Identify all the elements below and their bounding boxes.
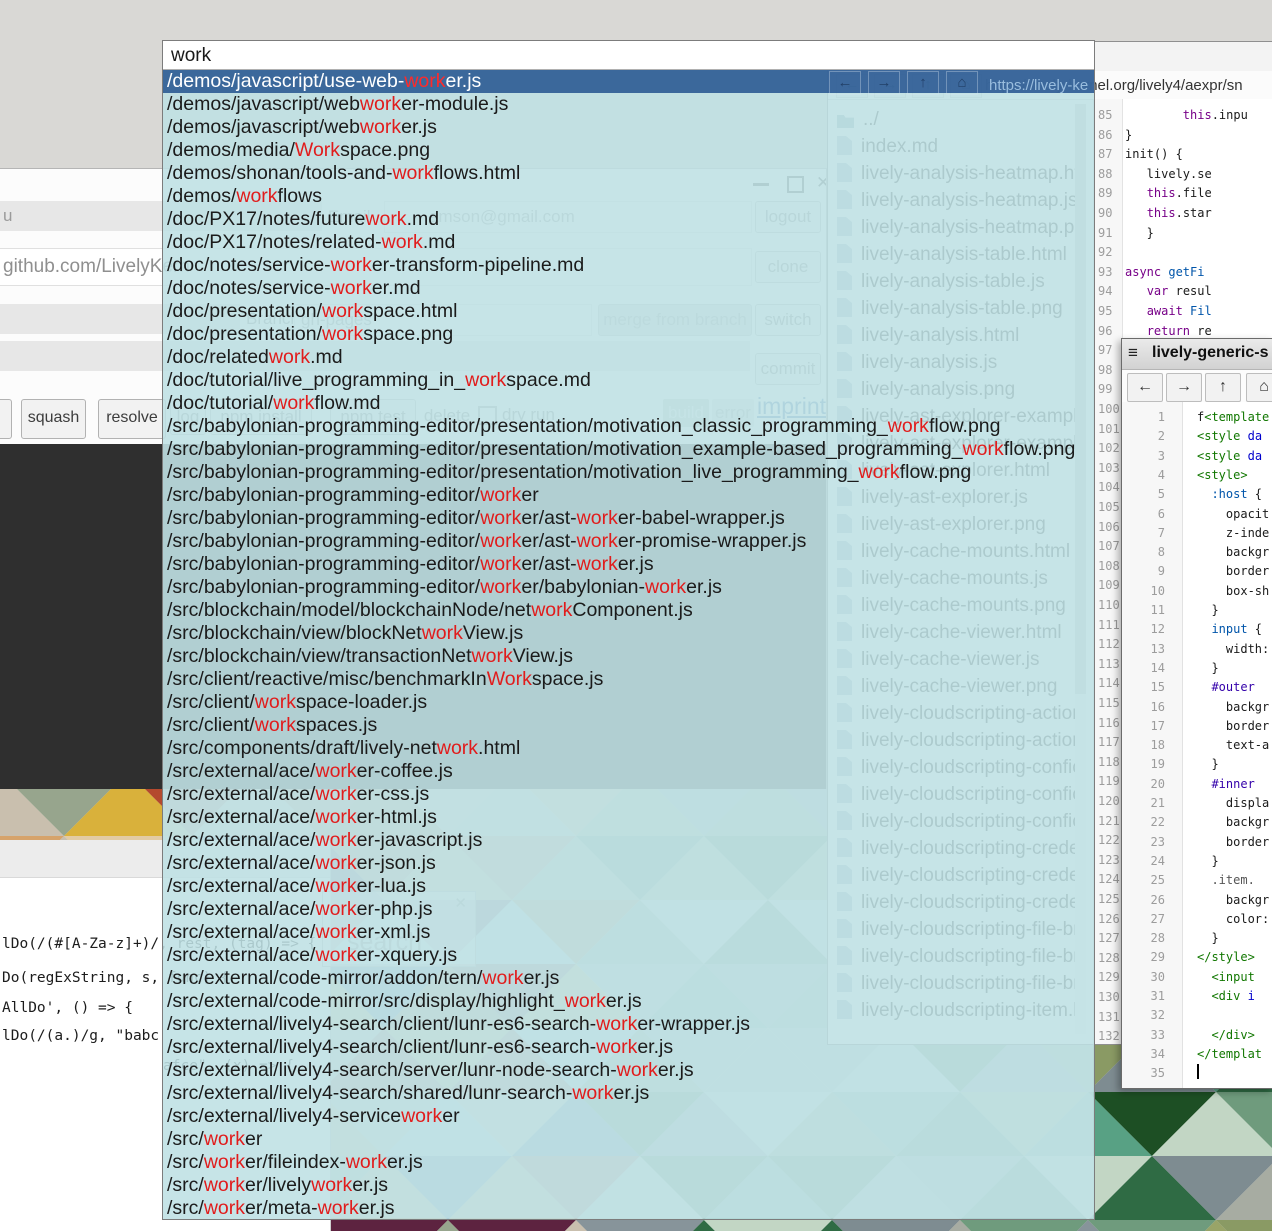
search-result-row[interactable]: /doc/PX17/notes/futurework.md <box>163 208 1094 231</box>
search-result-row[interactable]: /src/client/reactive/misc/benchmarkInWor… <box>163 668 1094 691</box>
back-button[interactable]: ← <box>1127 373 1163 402</box>
search-result-row[interactable]: /src/blockchain/model/blockchainNode/net… <box>163 599 1094 622</box>
ghost-url: https://lively-ke <box>989 77 1088 94</box>
search-result-row[interactable]: /doc/tutorial/workflow.md <box>163 392 1094 415</box>
search-result-row[interactable]: /demos/media/Workspace.png <box>163 139 1094 162</box>
forward-button[interactable]: → <box>1166 373 1202 402</box>
file-search-overlay: work /demos/javascript/use-web-worker.js… <box>162 40 1095 1220</box>
search-result-row[interactable]: /src/babylonian-programming-editor/worke… <box>163 530 1094 553</box>
code-editor[interactable]: 1234567891011121314151617181920212223242… <box>1122 402 1272 1088</box>
search-result-row[interactable]: /src/client/workspace-loader.js <box>163 691 1094 714</box>
search-result-row[interactable]: /src/babylonian-programming-editor/prese… <box>163 415 1094 438</box>
search-result-row[interactable]: /doc/presentation/workspace.png <box>163 323 1094 346</box>
search-result-row[interactable]: /src/blockchain/view/transactionNetworkV… <box>163 645 1094 668</box>
search-result-row[interactable]: /src/external/lively4-search/server/lunr… <box>163 1059 1094 1082</box>
search-result-row[interactable]: /src/client/workspaces.js <box>163 714 1094 737</box>
search-result-row[interactable]: /src/external/ace/worker-json.js <box>163 852 1094 875</box>
search-results: /demos/javascript/use-web-worker.js/demo… <box>163 70 1094 1220</box>
search-result-row[interactable]: /doc/notes/service-worker.md <box>163 277 1094 300</box>
editor-gutter: 1234567891011121314151617181920212223242… <box>1122 402 1183 1088</box>
search-result-row[interactable]: /src/external/ace/worker-php.js <box>163 898 1094 921</box>
search-result-row[interactable]: /src/external/ace/worker-css.js <box>163 783 1094 806</box>
search-result-row[interactable]: /src/external/code-mirror/src/display/hi… <box>163 990 1094 1013</box>
code-window-titlebar[interactable]: ≡ lively-generic-s <box>1122 339 1272 370</box>
editor-gutter: 8586878889909192939495969798991001011021… <box>1095 99 1123 1044</box>
text-caret <box>1197 1064 1199 1079</box>
search-result-row[interactable]: /src/worker/fileindex-worker.js <box>163 1151 1094 1174</box>
search-result-row[interactable]: /src/babylonian-programming-editor/prese… <box>163 461 1094 484</box>
search-result-row[interactable]: /src/babylonian-programming-editor/worke… <box>163 484 1094 507</box>
search-result-row[interactable]: /doc/tutorial/live_programming_in_worksp… <box>163 369 1094 392</box>
up-button[interactable]: ↑ <box>1205 373 1241 402</box>
code-window-navbar: ← → ↑ ⌂ <box>1122 370 1272 402</box>
search-result-row[interactable]: /doc/PX17/notes/related-work.md <box>163 231 1094 254</box>
search-result-row[interactable]: /src/external/ace/worker-xquery.js <box>163 944 1094 967</box>
ghost-nav-arrows: ←→↑⌂ <box>829 71 985 95</box>
search-result-row[interactable]: /demos/javascript/webworker.js <box>163 116 1094 139</box>
search-result-row[interactable]: /src/babylonian-programming-editor/worke… <box>163 507 1094 530</box>
search-result-row[interactable]: /src/external/ace/worker-javascript.js <box>163 829 1094 852</box>
search-result-row[interactable]: /src/worker/meta-worker.js <box>163 1197 1094 1220</box>
search-result-row[interactable]: /src/external/lively4-search/client/lunr… <box>163 1013 1094 1036</box>
search-result-row[interactable]: /demos/workflows <box>163 185 1094 208</box>
search-result-row[interactable]: /src/external/ace/worker-xml.js <box>163 921 1094 944</box>
search-result-row[interactable]: /src/external/lively4-serviceworker <box>163 1105 1094 1128</box>
search-result-row[interactable]: /src/babylonian-programming-editor/worke… <box>163 576 1094 599</box>
search-result-row[interactable]: /src/external/lively4-search/shared/lunr… <box>163 1082 1094 1105</box>
menu-icon[interactable]: ≡ <box>1128 343 1138 363</box>
search-result-row[interactable]: /src/babylonian-programming-editor/prese… <box>163 438 1094 461</box>
search-input[interactable]: work <box>163 41 1094 70</box>
search-result-row[interactable]: /src/components/draft/lively-network.htm… <box>163 737 1094 760</box>
home-button[interactable]: ⌂ <box>1246 373 1272 402</box>
search-result-row[interactable]: /src/external/ace/worker-html.js <box>163 806 1094 829</box>
search-result-row[interactable]: /doc/presentation/workspace.html <box>163 300 1094 323</box>
log-panel <box>0 444 163 789</box>
search-result-row[interactable]: /src/babylonian-programming-editor/worke… <box>163 553 1094 576</box>
search-result-row[interactable]: /src/external/ace/worker-lua.js <box>163 875 1094 898</box>
squash-button[interactable]: squash <box>21 399 86 439</box>
f-button[interactable]: f <box>0 399 12 439</box>
search-result-row[interactable]: /doc/relatedwork.md <box>163 346 1094 369</box>
search-result-row[interactable]: /src/external/code-mirror/addon/tern/wor… <box>163 967 1094 990</box>
search-result-row[interactable]: /src/external/lively4-search/client/lunr… <box>163 1036 1094 1059</box>
search-result-row[interactable]: /src/worker/livelyworker.js <box>163 1174 1094 1197</box>
screen: ✕ u Email amson@gmail.com logout github.… <box>0 0 1272 1231</box>
search-result-row[interactable]: /demos/javascript/webworker-module.js <box>163 93 1094 116</box>
resolve-button[interactable]: resolve <box>98 399 166 439</box>
search-result-row[interactable]: /src/external/ace/worker-coffee.js <box>163 760 1094 783</box>
search-result-row[interactable]: /src/blockchain/view/blockNetworkView.js <box>163 622 1094 645</box>
search-result-row[interactable]: /src/worker <box>163 1128 1094 1151</box>
code-window: ≡ lively-generic-s ← → ↑ ⌂ 1234567891011… <box>1121 338 1272 1089</box>
code-window-title: lively-generic-s <box>1152 344 1269 362</box>
search-result-row[interactable]: /demos/shonan/tools-and-workflows.html <box>163 162 1094 185</box>
search-result-row[interactable]: /doc/notes/service-worker-transform-pipe… <box>163 254 1094 277</box>
